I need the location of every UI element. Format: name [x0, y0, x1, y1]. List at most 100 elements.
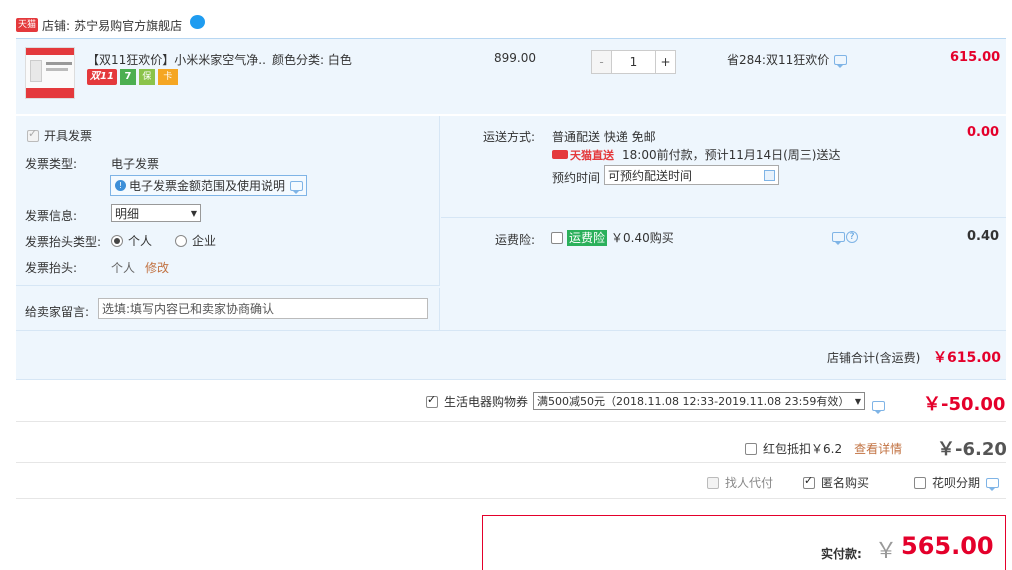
insurance-fee: 0.40 — [967, 229, 1000, 244]
reserve-time-input[interactable]: 可预约配送时间 — [604, 165, 779, 185]
proxy-pay-option: 找人代付 — [707, 474, 773, 491]
invoice-info-value: 明细 — [115, 206, 140, 221]
store-total-label: 店铺合计(含运费) — [827, 351, 921, 365]
calendar-icon[interactable] — [764, 169, 775, 181]
tmall-direct-badge: 天猫直送 — [552, 147, 614, 163]
redpacket-checkbox[interactable] — [745, 442, 757, 455]
item-thumbnail[interactable] — [25, 47, 75, 99]
final-label: 实付款: — [821, 547, 862, 561]
insurance-divider — [441, 217, 1006, 218]
radio-personal-label: 个人 — [128, 234, 153, 248]
redpacket-detail-link[interactable]: 查看详情 — [854, 440, 902, 457]
invoice-type-label: 发票类型: — [25, 157, 78, 171]
message-icon[interactable] — [986, 477, 1000, 491]
redpacket-label: 红包抵扣￥6.2 — [763, 442, 843, 456]
item-tags: 双11 7 保 卡 — [87, 69, 178, 85]
reserve-label: 预约时间 — [552, 171, 601, 185]
redpacket-row: 红包抵扣￥6.2 查看详情 — [745, 440, 902, 457]
invoice-type-value: 电子发票 — [111, 157, 160, 171]
installment-option: 花呗分期 — [914, 474, 1000, 491]
proxy-pay-label: 找人代付 — [725, 476, 774, 490]
invoice-info-label: 发票信息: — [25, 209, 78, 223]
invoice-open-row: 开具发票 — [27, 127, 92, 144]
divider — [16, 498, 1006, 499]
tmall-logo-icon: 天猫 — [16, 18, 39, 32]
chevron-down-icon: ▼ — [854, 396, 861, 406]
insurance-label: 运费险: — [495, 233, 536, 247]
item-discount: 省284:双11狂欢价 — [727, 51, 848, 68]
qty-input[interactable]: 1 — [612, 50, 655, 74]
radio-company[interactable] — [175, 234, 188, 247]
message-icon — [290, 180, 304, 194]
invoice-open-label: 开具发票 — [44, 129, 93, 143]
qty-plus-button[interactable]: + — [655, 50, 676, 74]
divider — [16, 462, 1006, 463]
insurance-row: 运费险 ￥0.40购买 — [551, 229, 674, 246]
coupon-label: 生活电器购物券 — [444, 395, 529, 409]
invoice-head-type-label: 发票抬头类型: — [25, 235, 102, 249]
insurance-badge: 运费险 — [567, 229, 608, 246]
delivery-label: 运送方式: — [483, 130, 536, 144]
invoice-open-checkbox[interactable] — [27, 127, 39, 142]
guarantee-icon: 保 — [138, 69, 155, 85]
invoice-edit-link[interactable]: 修改 — [145, 259, 169, 276]
double11-tag-icon: 双11 — [87, 69, 117, 85]
anonymous-option: 匿名购买 — [803, 474, 869, 491]
final-currency: ￥ — [875, 539, 898, 564]
message-icon[interactable] — [872, 400, 885, 414]
tmall-cat-icon — [552, 150, 568, 159]
seven-day-return-icon: 7 — [119, 69, 136, 85]
discount-text: 省284:双11狂欢价 — [727, 53, 830, 67]
delivery-eta-row: 天猫直送 18:00前付款，预计11月14日(周三)送达 — [552, 146, 841, 163]
message-label: 给卖家留言: — [25, 305, 90, 319]
store-header: 天猫 店铺: 苏宁易购官方旗舰店 — [16, 15, 206, 34]
divider — [16, 421, 1006, 422]
invoice-head-label: 发票抬头: — [25, 261, 78, 275]
invoice-notice[interactable]: ! 电子发票金额范围及使用说明 — [110, 175, 307, 196]
item-spec: 颜色分类: 白色 — [272, 53, 352, 67]
card-icon: 卡 — [157, 69, 178, 85]
quantity-stepper: - 1 + — [591, 50, 676, 74]
info-icon: ! — [115, 180, 126, 191]
insurance-help: ? — [832, 231, 858, 245]
coupon-checkbox[interactable] — [426, 393, 438, 408]
tmall-direct-text: 天猫直送 — [570, 148, 614, 162]
coupon-selected: 满500减50元（2018.11.08 12:33-2019.11.08 23:… — [537, 395, 850, 408]
reserve-time-placeholder: 可预约配送时间 — [608, 168, 693, 183]
invoice-info-select[interactable]: 明细 ▼ — [111, 204, 201, 222]
insurance-checkbox[interactable] — [551, 231, 563, 244]
message-icon[interactable] — [834, 54, 848, 68]
anonymous-label: 匿名购买 — [821, 476, 870, 490]
coupon-row: 生活电器购物券 — [426, 393, 528, 410]
chevron-down-icon: ▼ — [190, 208, 197, 218]
radio-company-label: 企业 — [192, 234, 217, 248]
store-label: 店铺: — [42, 18, 71, 33]
question-icon[interactable]: ? — [846, 231, 858, 243]
delivery-eta: 18:00前付款，预计11月14日(周三)送达 — [622, 148, 841, 162]
proxy-pay-checkbox[interactable] — [707, 476, 719, 489]
message-input[interactable]: 选填:填写内容已和卖家协商确认 — [98, 298, 428, 319]
store-name-link[interactable]: 苏宁易购官方旗舰店 — [74, 17, 182, 34]
invoice-head-type-options: 个人 企业 — [111, 232, 216, 249]
message-icon[interactable] — [832, 232, 845, 245]
delivery-method: 普通配送 快递 免邮 — [552, 130, 656, 144]
qty-minus-button[interactable]: - — [591, 50, 612, 74]
anonymous-checkbox[interactable] — [803, 474, 815, 489]
coupon-value: ￥-50.00 — [923, 394, 1006, 415]
invoice-head-value: 个人 — [111, 261, 136, 275]
redpacket-value: ￥-6.20 — [937, 439, 1007, 460]
insurance-text: ￥0.40购买 — [611, 231, 674, 245]
item-subtotal: 615.00 — [950, 50, 1001, 65]
delivery-fee: 0.00 — [967, 125, 1000, 140]
store-total-value: ￥615.00 — [933, 350, 1002, 366]
installment-checkbox[interactable] — [914, 476, 926, 489]
coupon-select[interactable]: 满500减50元（2018.11.08 12:33-2019.11.08 23:… — [533, 392, 865, 410]
message-placeholder: 选填:填写内容已和卖家协商确认 — [102, 302, 275, 316]
radio-personal[interactable] — [111, 234, 123, 247]
item-title-link[interactable]: 【双11狂欢价】小米米家空气净... — [87, 51, 267, 68]
invoice-notice-text: 电子发票金额范围及使用说明 — [129, 179, 286, 193]
chat-bubble-icon[interactable] — [190, 15, 206, 29]
final-amount: 565.00 — [901, 532, 994, 560]
installment-label: 花呗分期 — [932, 476, 981, 490]
item-price: 899.00 — [494, 51, 536, 65]
